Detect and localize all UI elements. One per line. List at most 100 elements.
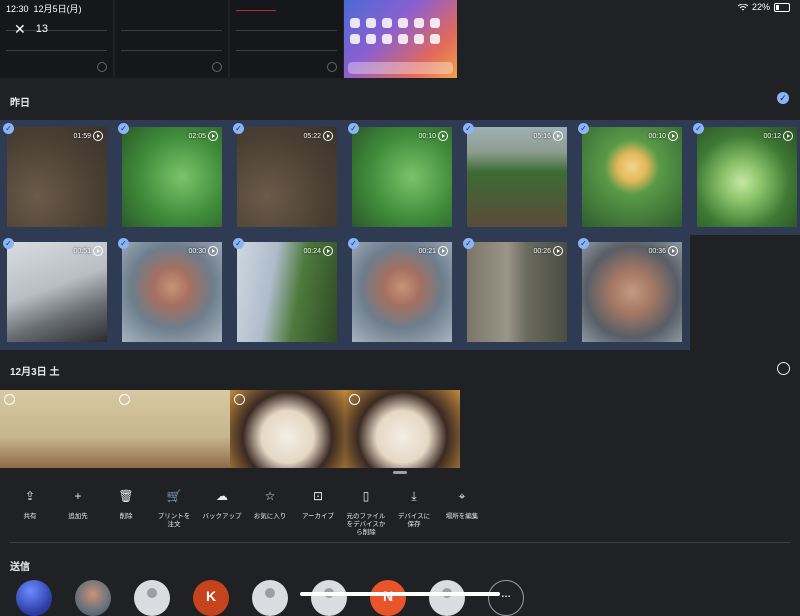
selected-check-icon[interactable]: ✓	[233, 238, 244, 249]
contact-avatar[interactable]	[134, 580, 170, 616]
selected-check-icon[interactable]: ✓	[463, 123, 474, 134]
photo-tile[interactable]: ✓ 02:05	[115, 120, 230, 235]
action-archive[interactable]: ⊡ アーカイブ	[294, 488, 342, 537]
contact-avatar[interactable]	[75, 580, 111, 616]
play-icon	[208, 131, 218, 141]
contact-initial: N	[382, 588, 394, 604]
action-label: 追加先	[68, 513, 88, 520]
section-title-dec3: 12月3日 土	[10, 367, 60, 378]
play-icon	[208, 246, 218, 256]
video-duration: 02:05	[188, 131, 218, 141]
photo-tile[interactable]: ✓ 05:22	[230, 120, 345, 235]
contact-avatar[interactable]	[429, 580, 465, 616]
video-duration: 00:12	[763, 131, 793, 141]
contact-avatar[interactable]	[16, 580, 52, 616]
photo-thumbnail	[7, 242, 107, 342]
photo-thumbnail	[467, 242, 567, 342]
play-icon	[438, 131, 448, 141]
duration-text: 00:12	[763, 132, 781, 140]
photo-tile[interactable]	[0, 390, 115, 468]
action-download[interactable]: ⤓ デバイスに 保存	[390, 488, 438, 537]
plus-icon: +	[74, 489, 82, 503]
photo-thumbnail	[582, 127, 682, 227]
photo-thumbnail	[237, 127, 337, 227]
photo-tile[interactable]: ✓ 00:26	[460, 235, 575, 350]
action-plus[interactable]: + 追加先	[54, 488, 102, 537]
photo-tile[interactable]	[115, 390, 230, 468]
selected-check-icon[interactable]: ✓	[348, 238, 359, 249]
contact-avatar[interactable]	[252, 580, 288, 616]
photo-tile[interactable]	[345, 390, 460, 468]
photo-tile[interactable]: ✓ 00:21	[345, 235, 460, 350]
selected-check-icon[interactable]: ✓	[578, 123, 589, 134]
selected-check-icon[interactable]: ✓	[463, 238, 474, 249]
cart-icon: 🛒	[166, 489, 182, 503]
action-label: デバイスに 保存	[397, 513, 431, 528]
action-cloud-upload[interactable]: ☁ バックアップ	[198, 488, 246, 537]
video-duration: 01:59	[73, 131, 103, 141]
duration-text: 00:26	[533, 247, 551, 255]
play-icon	[323, 131, 333, 141]
photo-thumbnail	[122, 127, 222, 227]
wifi-icon	[737, 3, 748, 10]
contact-avatar[interactable]	[311, 580, 347, 616]
contact-avatar[interactable]: N	[370, 580, 406, 616]
duration-text: 01:59	[73, 132, 91, 140]
photo-tile[interactable]: ✓ 00:10	[575, 120, 690, 235]
photo-tile[interactable]: ✓ 01:59	[0, 120, 115, 235]
unselected-circle-icon[interactable]	[119, 394, 130, 405]
contact-avatar[interactable]: K	[193, 580, 229, 616]
contact-initial: K	[205, 588, 217, 604]
photo-tile[interactable]: ✓ 00:36	[575, 235, 690, 350]
battery-percent: 22%	[751, 2, 770, 12]
action-trash[interactable]: 🗑 削除	[102, 488, 150, 537]
archive-icon: ⊡	[312, 489, 324, 503]
photo-tile[interactable]: ✓ 00:10	[345, 120, 460, 235]
close-icon[interactable]: ✕	[14, 22, 26, 36]
duration-text: 00:24	[303, 247, 321, 255]
play-icon	[93, 131, 103, 141]
photo-thumbnail	[237, 242, 337, 342]
contact-avatar[interactable]: …	[488, 580, 524, 616]
photo-tile[interactable]	[230, 390, 345, 468]
selected-check-icon[interactable]: ✓	[578, 238, 589, 249]
selected-check-icon[interactable]: ✓	[693, 123, 704, 134]
photo-thumbnail	[352, 242, 452, 342]
unselected-circle-icon[interactable]	[4, 394, 15, 405]
selected-check-icon[interactable]: ✓	[118, 123, 129, 134]
selected-check-icon[interactable]: ✓	[3, 238, 14, 249]
battery-icon	[774, 2, 790, 12]
section-title-yesterday: 昨日	[10, 98, 30, 109]
action-label: 共有	[23, 513, 37, 520]
action-star[interactable]: ☆ お気に入り	[246, 488, 294, 537]
action-location-edit[interactable]: ⌖ 場所を編集	[438, 488, 486, 537]
photo-tile[interactable]: ✓ 00:30	[115, 235, 230, 350]
select-all-checked-icon[interactable]: ✓	[777, 92, 789, 104]
play-icon	[553, 131, 563, 141]
action-share[interactable]: ⇪ 共有	[6, 488, 54, 537]
photo-tile[interactable]: ✓ 05:16	[460, 120, 575, 235]
duration-text: 00:51	[73, 247, 91, 255]
selected-check-icon[interactable]: ✓	[233, 123, 244, 134]
trash-icon: 🗑	[118, 489, 134, 503]
photo-tile[interactable]: ✓ 00:51	[0, 235, 115, 350]
action-label: 元のファイル をデバイスか ら削除	[346, 513, 386, 536]
action-cart[interactable]: 🛒 プリントを 注文	[150, 488, 198, 537]
play-icon	[553, 246, 563, 256]
video-duration: 00:36	[648, 246, 678, 256]
selected-check-icon[interactable]: ✓	[118, 238, 129, 249]
action-label: 場所を編集	[445, 513, 479, 520]
phone-delete-icon: ▯	[362, 489, 370, 503]
photo-tile[interactable]: ✓ 00:12	[690, 120, 800, 235]
sheet-handle[interactable]	[393, 471, 407, 474]
selected-check-icon[interactable]: ✓	[348, 123, 359, 134]
selected-check-icon[interactable]: ✓	[3, 123, 14, 134]
send-title: 送信	[10, 562, 30, 573]
photo-tile[interactable]: ✓ 00:24	[230, 235, 345, 350]
select-all-circle-icon[interactable]	[777, 362, 790, 375]
duration-text: 00:30	[188, 247, 206, 255]
unselected-circle-icon[interactable]	[349, 394, 360, 405]
action-phone-delete[interactable]: ▯ 元のファイル をデバイスか ら削除	[342, 488, 390, 537]
unselected-circle-icon[interactable]	[234, 394, 245, 405]
video-duration: 00:24	[303, 246, 333, 256]
